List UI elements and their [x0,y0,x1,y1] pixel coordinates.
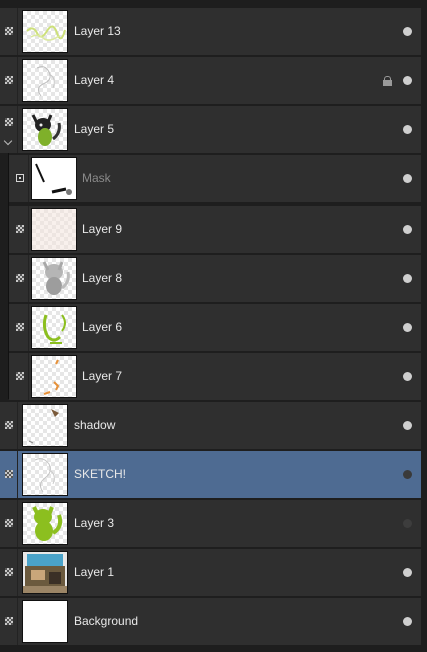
transparency-icon [16,225,24,233]
layer-thumbnail[interactable] [22,10,68,53]
transparency-icon [5,76,13,84]
layer-row-mask[interactable]: Mask [9,155,421,202]
lock-icon[interactable] [383,76,392,86]
layer-name: Mask [82,171,111,185]
transparency-icon [5,421,13,429]
layer-name: shadow [74,418,116,432]
visibility-toggle[interactable] [403,274,412,283]
layer-name: Layer 5 [74,122,115,136]
layer-drag-handle[interactable] [9,304,29,351]
transparency-icon [16,323,24,331]
layer-drag-handle[interactable] [0,8,18,55]
layer-row-background[interactable]: Background [0,598,421,645]
layer-drag-handle[interactable] [9,155,29,202]
visibility-toggle[interactable] [403,470,412,479]
visibility-toggle[interactable] [403,125,412,134]
mask-icon [16,174,24,182]
transparency-icon [5,617,13,625]
layer-row-layer-9[interactable]: Layer 9 [9,206,421,253]
layer-row-layer-7[interactable]: Layer 7 [9,353,421,400]
layer-row-sketch[interactable]: SKETCH! [0,451,421,498]
transparency-icon [5,470,13,478]
layer-name: Layer 4 [74,73,115,87]
layer-drag-handle[interactable] [0,500,18,547]
layer-name: Layer 7 [82,369,123,383]
visibility-toggle[interactable] [403,27,412,36]
visibility-toggle[interactable] [403,174,412,183]
layers-panel: Layer 13 Layer 4 Layer 5 Mask Layer 9 La… [0,0,427,652]
visibility-toggle[interactable] [403,421,412,430]
layer-drag-handle[interactable] [0,451,18,498]
layer-name: Layer 9 [82,222,123,236]
layer-row-layer-13[interactable]: Layer 13 [0,8,421,55]
mask-thumbnail[interactable] [31,157,77,200]
layer-row-layer-4[interactable]: Layer 4 [0,57,421,104]
layer-drag-handle[interactable] [9,353,29,400]
transparency-icon [16,372,24,380]
transparency-icon [5,118,13,126]
layer-drag-handle[interactable] [9,255,29,302]
layer-thumbnail[interactable] [31,257,77,300]
layer-name: Layer 13 [74,24,121,38]
visibility-toggle[interactable] [403,372,412,381]
layer-row-shadow[interactable]: shadow [0,402,421,449]
layer-name: Layer 8 [82,271,123,285]
visibility-toggle[interactable] [403,323,412,332]
layer-thumbnail[interactable] [31,208,77,251]
layer-thumbnail[interactable] [22,502,68,545]
visibility-toggle[interactable] [403,568,412,577]
visibility-toggle[interactable] [403,76,412,85]
layer-thumbnail[interactable] [22,404,68,447]
layer-row-layer-1[interactable]: Layer 1 [0,549,421,596]
layer-drag-handle[interactable] [9,206,29,253]
layer-drag-handle[interactable] [0,549,18,596]
layer-thumbnail[interactable] [22,551,68,594]
layer-row-layer-3[interactable]: Layer 3 [0,500,421,547]
layer-thumbnail[interactable] [22,59,68,102]
layer-thumbnail[interactable] [22,600,68,643]
layer-thumbnail[interactable] [31,306,77,349]
layer-thumbnail[interactable] [22,453,68,496]
layer-drag-handle[interactable] [0,402,18,449]
layer-name: SKETCH! [74,467,127,481]
layer-thumbnail[interactable] [31,355,77,398]
visibility-toggle[interactable] [403,225,412,234]
transparency-icon [5,519,13,527]
layer-drag-handle[interactable] [0,57,18,104]
layer-name: Background [74,614,139,628]
layer-drag-handle[interactable] [0,106,18,153]
visibility-toggle[interactable] [403,617,412,626]
layer-name: Layer 3 [74,516,115,530]
transparency-icon [5,568,13,576]
layer-thumbnail[interactable] [22,108,68,151]
chevron-down-icon[interactable] [3,136,13,146]
transparency-icon [16,274,24,282]
transparency-icon [5,27,13,35]
visibility-toggle[interactable] [403,519,412,528]
layer-row-layer-6[interactable]: Layer 6 [9,304,421,351]
layer-name: Layer 6 [82,320,123,334]
layer-row-layer-8[interactable]: Layer 8 [9,255,421,302]
layer-name: Layer 1 [74,565,115,579]
layer-drag-handle[interactable] [0,598,18,645]
layer-row-layer-5[interactable]: Layer 5 [0,106,421,153]
